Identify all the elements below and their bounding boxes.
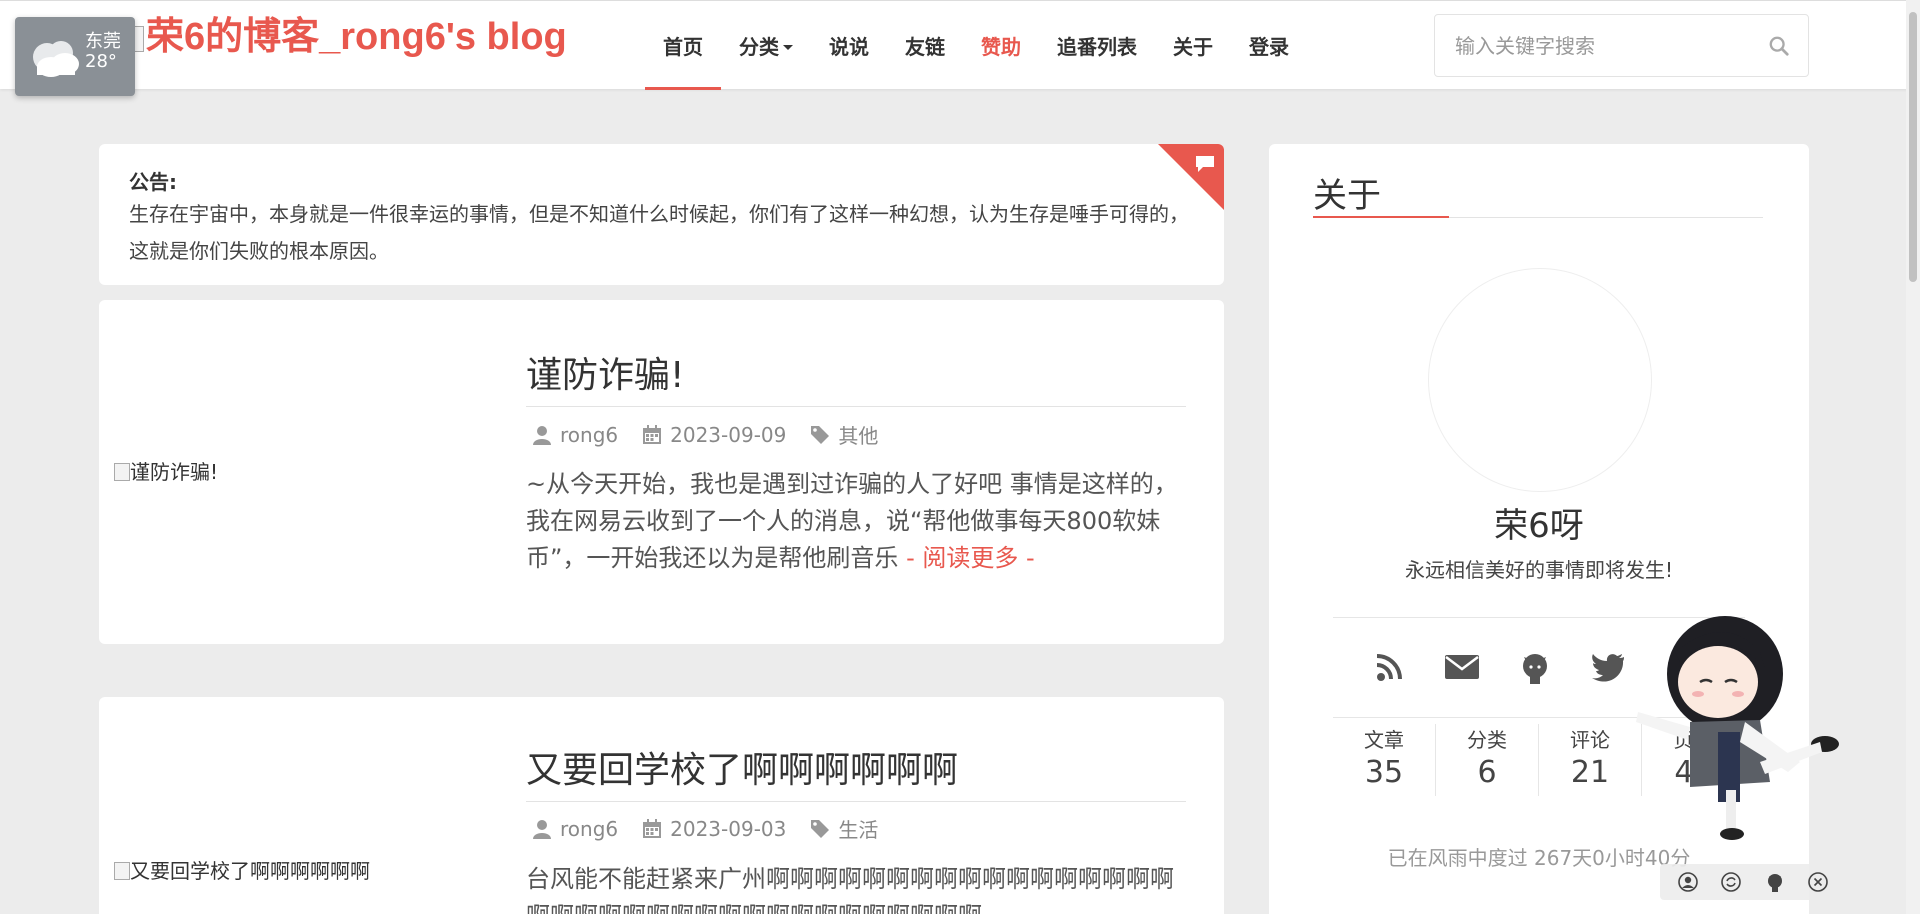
calendar-icon [643, 424, 662, 444]
stat-label: 文章 [1364, 728, 1404, 752]
stat-categories[interactable]: 分类 6 [1436, 724, 1539, 796]
mascot-character[interactable] [1630, 612, 1846, 840]
tag-icon [811, 819, 830, 838]
mail-icon[interactable] [1442, 647, 1482, 687]
post-thumbnail[interactable]: 又要回学校了啊啊啊啊啊啊 [114, 855, 370, 884]
post-category[interactable]: 生活 [838, 814, 878, 843]
nav-item-label: 关于 [1173, 35, 1213, 59]
cloud-icon [33, 41, 79, 77]
nav-item-moments[interactable]: 说说 [811, 1, 887, 90]
nav-item-label: 首页 [663, 35, 703, 59]
close-icon[interactable] [1807, 871, 1829, 893]
refresh-icon[interactable] [1720, 871, 1742, 893]
stat-label: 评论 [1570, 728, 1610, 752]
nav-item-label: 分类 [739, 35, 779, 59]
post-category[interactable]: 其他 [838, 420, 878, 449]
announcement-text: 生存在宇宙中，本身就是一件很幸运的事情，但是不知道什么时候起，你们有了这样一种幻… [129, 202, 1189, 263]
nav-item-login[interactable]: 登录 [1231, 1, 1307, 90]
post-thumbnail[interactable]: 谨防诈骗! [114, 456, 218, 485]
post-card[interactable]: 又要回学校了啊啊啊啊啊啊 又要回学校了啊啊啊啊啊啊 rong6 2023-09-… [99, 697, 1224, 914]
post-author[interactable]: rong6 [560, 423, 618, 447]
post-date: 2023-09-09 [670, 422, 787, 447]
user-icon [533, 425, 551, 445]
post-excerpt-text: ~从今天开始，我也是遇到过诈骗的人了好吧 事情是这样的，我在网易云收到了一个人的… [526, 470, 1178, 572]
nav-item-anime-list[interactable]: 追番列表 [1039, 1, 1155, 90]
post-card[interactable]: 谨防诈骗! 谨防诈骗! rong6 2023-09-09 其他 ~从今天开始，我… [99, 300, 1224, 644]
profile-name: 荣6呀 [1494, 506, 1584, 546]
user-icon [533, 819, 551, 839]
stat-posts[interactable]: 文章 35 [1333, 724, 1436, 796]
stat-value: 21 [1570, 755, 1610, 790]
broken-image-icon [114, 463, 130, 481]
nav-item-sponsor[interactable]: 赞助 [963, 1, 1039, 90]
post-title[interactable]: 又要回学校了啊啊啊啊啊啊 [526, 741, 1186, 802]
stat-comments[interactable]: 评论 21 [1539, 724, 1642, 796]
widget-heading: 关于 [1313, 168, 1763, 218]
broken-image-icon [114, 862, 130, 880]
weather-widget[interactable]: 东莞 28° [15, 17, 135, 96]
announcement-card: 公告: 生存在宇宙中，本身就是一件很幸运的事情，但是不知道什么时候起，你们有了这… [99, 144, 1224, 285]
read-more-link[interactable]: - 阅读更多 - [898, 544, 1035, 572]
user-circle-icon[interactable] [1677, 871, 1699, 893]
search-icon[interactable] [1768, 35, 1790, 57]
post-excerpt-text: 台风能不能赶紧来广州啊啊啊啊啊啊啊啊啊啊啊啊啊啊啊啊啊啊啊啊啊啊啊啊啊啊啊啊啊啊… [526, 865, 1174, 914]
mascot-toolbar [1660, 864, 1846, 900]
twitter-icon[interactable] [1588, 647, 1628, 687]
logo-text: 荣6的博客_rong6's blog [146, 16, 567, 58]
weather-temperature: 28° [85, 51, 117, 72]
tag-icon [811, 425, 830, 444]
post-thumbnail-alt: 谨防诈骗! [130, 460, 219, 484]
chat-bubble-icon [1196, 156, 1214, 172]
post-meta: rong6 2023-09-03 生活 [532, 814, 878, 843]
post-title[interactable]: 谨防诈骗! [526, 346, 1186, 407]
caret-down-icon [783, 44, 793, 50]
nav-item-label: 追番列表 [1057, 35, 1137, 59]
site-header: 荣6的博客_rong6's blog 首页 分类 说说 友链 赞助 追番列表 关… [0, 0, 1920, 90]
nav-item-label: 赞助 [981, 35, 1021, 59]
calendar-icon [643, 818, 662, 838]
nav-item-categories[interactable]: 分类 [721, 1, 811, 90]
avatar[interactable] [1428, 268, 1652, 492]
search-box [1434, 14, 1809, 77]
post-excerpt: 台风能不能赶紧来广州啊啊啊啊啊啊啊啊啊啊啊啊啊啊啊啊啊啊啊啊啊啊啊啊啊啊啊啊啊啊… [526, 861, 1191, 914]
rss-icon[interactable] [1369, 647, 1409, 687]
nav-item-about[interactable]: 关于 [1155, 1, 1231, 90]
github-icon[interactable] [1764, 871, 1786, 893]
announcement-title: 公告: [129, 170, 177, 194]
nav-item-label: 登录 [1249, 35, 1289, 59]
post-meta: rong6 2023-09-09 其他 [532, 420, 878, 449]
stat-value: 35 [1364, 755, 1404, 790]
post-author[interactable]: rong6 [560, 817, 618, 841]
nav-item-label: 说说 [829, 35, 869, 59]
post-excerpt: ~从今天开始，我也是遇到过诈骗的人了好吧 事情是这样的，我在网易云收到了一个人的… [526, 466, 1191, 577]
scrollbar-thumb[interactable] [1909, 12, 1917, 282]
nav-item-friend-links[interactable]: 友链 [887, 1, 963, 90]
nav-item-label: 友链 [905, 35, 945, 59]
stat-value: 6 [1477, 755, 1497, 790]
github-icon[interactable] [1515, 647, 1555, 687]
page-scrollbar[interactable] [1906, 0, 1920, 914]
weather-city: 东莞 [85, 31, 121, 52]
site-logo[interactable]: 荣6的博客_rong6's blog [122, 5, 567, 60]
profile-motto: 永远相信美好的事情即将发生! [1404, 558, 1674, 582]
post-date: 2023-09-03 [670, 816, 787, 841]
search-input[interactable] [1435, 15, 1755, 76]
stat-label: 分类 [1467, 728, 1507, 752]
post-thumbnail-alt: 又要回学校了啊啊啊啊啊啊 [130, 859, 370, 883]
main-nav: 首页 分类 说说 友链 赞助 追番列表 关于 登录 [645, 1, 1307, 90]
nav-item-home[interactable]: 首页 [645, 1, 721, 90]
